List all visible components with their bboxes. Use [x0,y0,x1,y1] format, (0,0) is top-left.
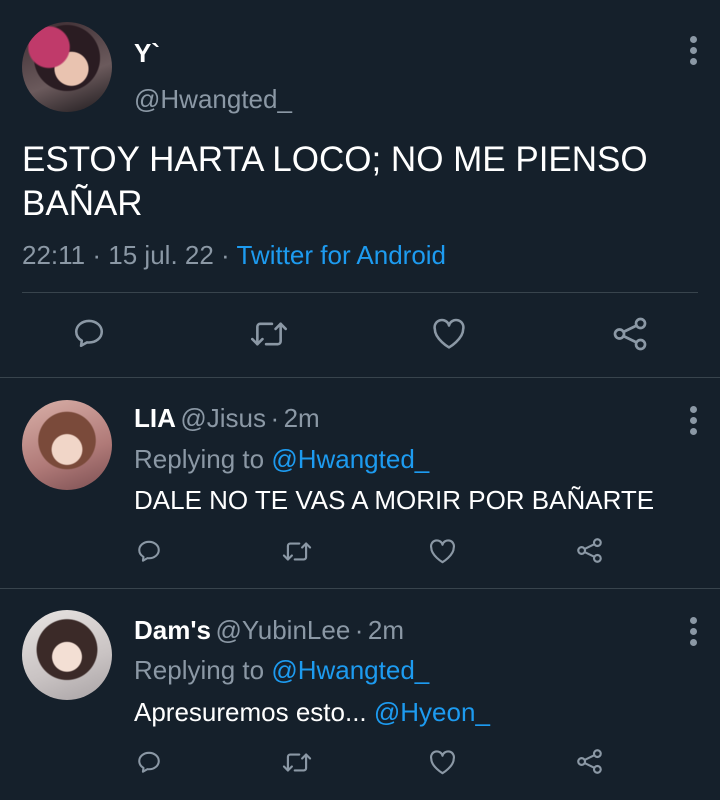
tweet-source-link[interactable]: Twitter for Android [236,240,446,270]
reply-text: Apresuremos esto... [134,697,367,727]
share-icon[interactable] [612,316,648,352]
reply-text-line: Apresuremos esto... @Hyeon_ [134,697,490,728]
meta-separator: · [92,240,102,270]
replying-to-handle[interactable]: @Hwangted_ [271,444,429,474]
tweet-meta: 22:11 · 15 jul. 22 · Twitter for Android [22,240,446,271]
reply-handle[interactable]: @Jisus [180,403,266,433]
reply-age: 2m [367,615,404,645]
tweet-date: 15 jul. 22 [108,240,214,270]
replying-to-label: Replying to [134,655,265,685]
reply-header: Dam's @YubinLee · 2m [134,615,404,646]
more-options-icon[interactable] [689,617,697,646]
divider [22,292,698,293]
replying-to-line: Replying to @Hwangted_ [134,655,429,686]
reply-icon[interactable] [72,316,106,350]
replying-to-handle[interactable]: @Hwangted_ [271,655,429,685]
author-handle[interactable]: @Hwangted_ [134,84,292,115]
meta-separator: · [270,403,280,433]
meta-separator: · [221,240,230,270]
reply-age: 2m [283,403,320,433]
reply-mention[interactable]: @Hyeon_ [374,697,490,727]
like-icon[interactable] [432,318,466,350]
reply-display-name[interactable]: LIA [134,403,176,433]
reply-icon[interactable] [136,538,162,564]
share-icon[interactable] [576,537,603,564]
like-icon[interactable] [429,539,456,564]
retweet-icon[interactable] [250,318,288,350]
author-display-name[interactable]: Y` [134,38,160,69]
reply-text: DALE NO TE VAS A MORIR POR BAÑARTE [134,485,655,515]
reply-avatar[interactable] [22,610,112,700]
share-icon[interactable] [576,748,603,775]
author-avatar[interactable] [22,22,112,112]
divider [0,588,720,589]
more-options-icon[interactable] [689,36,697,65]
tweet-text: ESTOY HARTA LOCO; NO ME PIENSO BAÑAR [22,140,648,223]
replying-to-label: Replying to [134,444,265,474]
divider [0,377,720,378]
tweet-time: 22:11 [22,240,86,270]
reply-display-name[interactable]: Dam's [134,615,211,645]
like-icon[interactable] [429,750,456,775]
reply-header: LIA @Jisus · 2m [134,403,320,434]
meta-separator: · [354,615,364,645]
reply-icon[interactable] [136,749,162,775]
reply-handle[interactable]: @YubinLee [215,615,350,645]
retweet-icon[interactable] [282,750,312,775]
reply-avatar[interactable] [22,400,112,490]
retweet-icon[interactable] [282,539,312,564]
more-options-icon[interactable] [689,406,697,435]
replying-to-line: Replying to @Hwangted_ [134,444,429,475]
